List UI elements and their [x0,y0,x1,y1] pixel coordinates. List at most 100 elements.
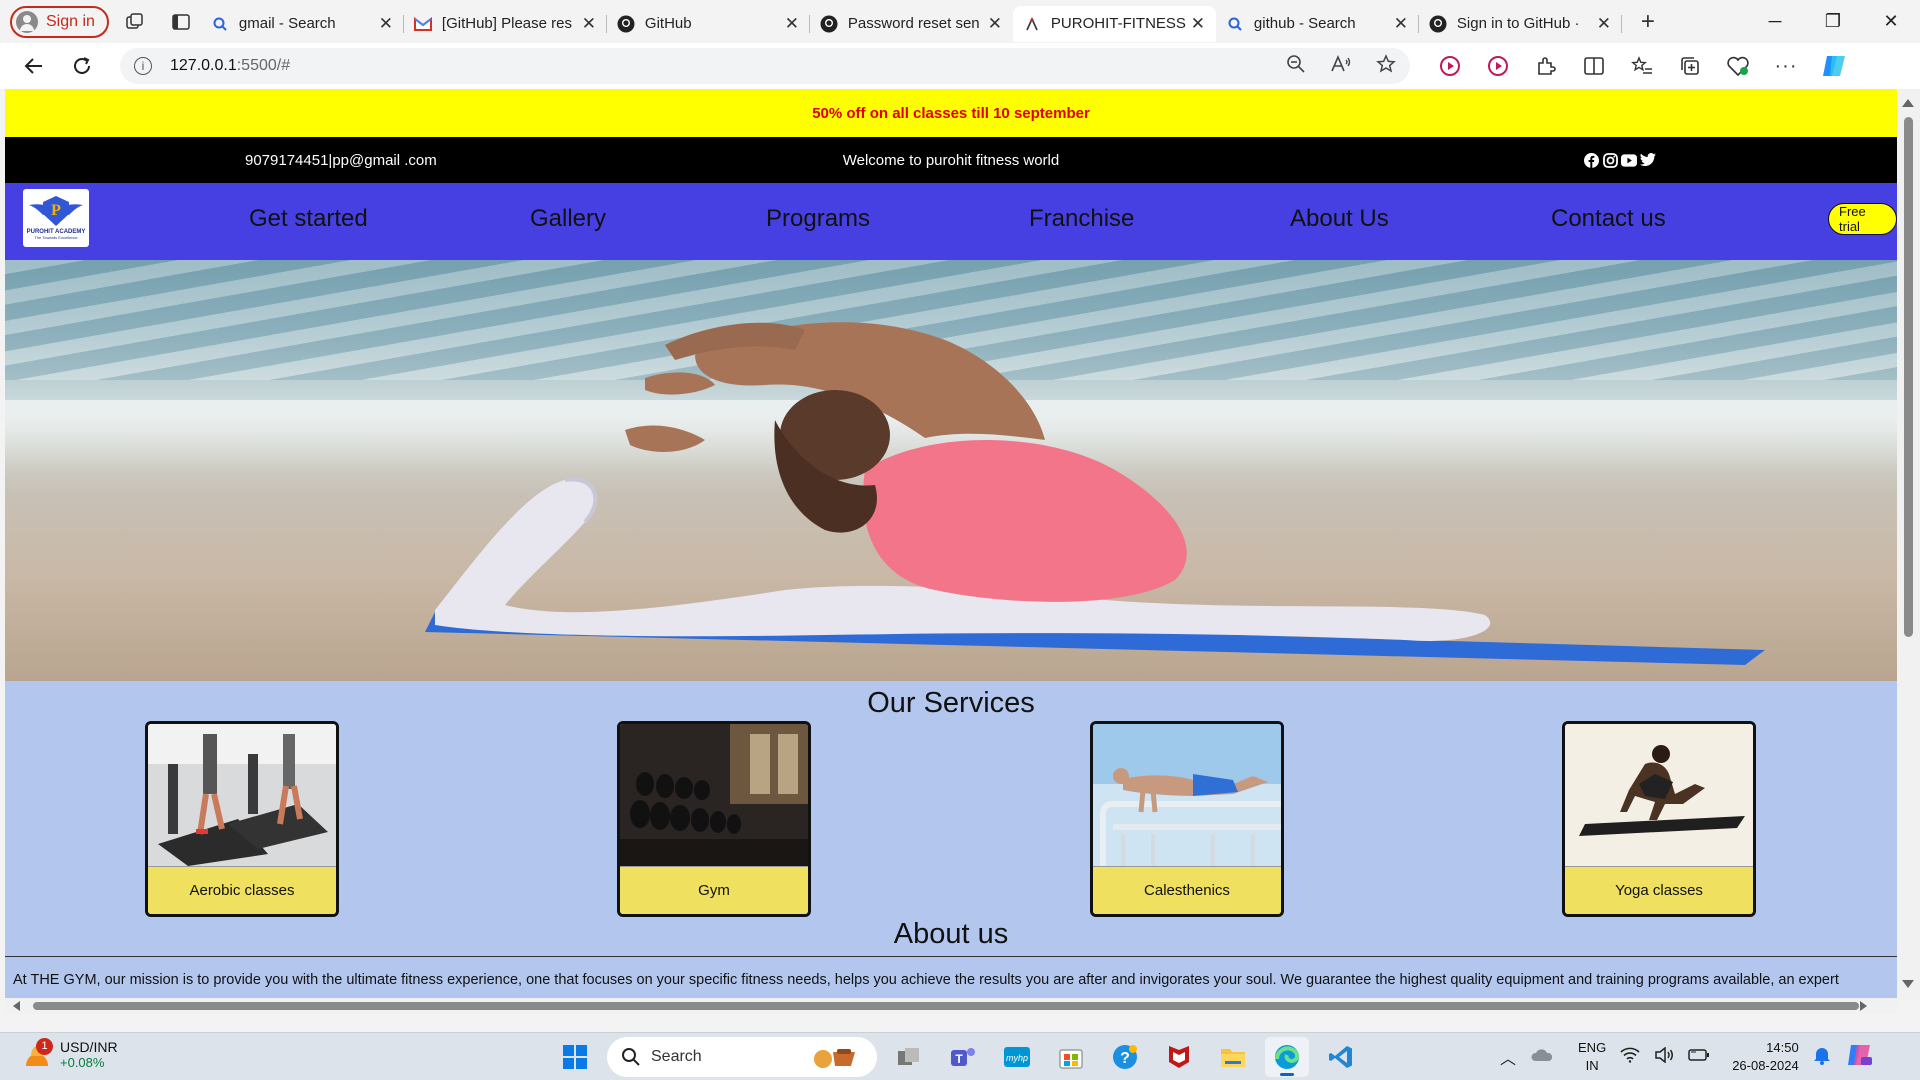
notification-bell-icon[interactable] [1813,1045,1831,1070]
profile-signin-button[interactable]: Sign in [10,5,109,38]
close-icon[interactable]: ✕ [784,14,800,34]
restore-icon[interactable]: ❐ [1804,0,1862,43]
browser-tab[interactable]: github - Search ✕ [1216,6,1419,42]
zoom-out-icon[interactable] [1286,54,1306,79]
facebook-icon[interactable] [1583,152,1599,168]
wifi-icon[interactable] [1620,1047,1640,1068]
refresh-icon[interactable] [62,48,102,84]
close-icon[interactable]: ✕ [1190,14,1206,34]
media-play-icon[interactable] [1474,48,1522,84]
scroll-left-arrow-icon[interactable] [13,1001,20,1011]
about-section: At THE GYM, our mission is to provide yo… [5,956,1897,1000]
calisthenics-photo [1093,724,1281,866]
taskbar-search[interactable]: Search [607,1037,877,1077]
service-card-gym[interactable]: Gym [617,721,811,917]
browser-tab[interactable]: Sign in to GitHub · ✕ [1419,6,1622,42]
browser-tab-strip: Sign in gmail - Search ✕ [GitHub] Please… [0,0,1920,43]
read-aloud-icon[interactable] [1330,54,1352,79]
windows-taskbar: 1 USD/INR +0.08% Search T myhp ? ︿ ENG I… [0,1032,1920,1080]
volume-icon[interactable] [1654,1045,1674,1068]
close-icon[interactable]: ✕ [987,14,1003,34]
task-view-icon[interactable] [887,1037,931,1077]
browser-tab[interactable]: gmail - Search ✕ [201,6,404,42]
close-icon[interactable]: ✕ [378,14,394,34]
teams-icon[interactable]: T [941,1037,985,1077]
nav-link-get-started[interactable]: Get started [249,205,368,233]
nav-link-contact-us[interactable]: Contact us [1551,205,1666,233]
extensions-icon[interactable] [1522,48,1570,84]
site-info-icon[interactable]: i [134,57,152,75]
about-text: At THE GYM, our mission is to provide yo… [13,972,1839,988]
hp-app-icon[interactable]: myhp [995,1037,1039,1077]
address-bar[interactable]: i 127.0.0.1:5500/# [120,48,1410,84]
file-explorer-icon[interactable] [1211,1037,1255,1077]
split-screen-icon[interactable] [1570,48,1618,84]
nav-link-programs[interactable]: Programs [766,205,870,233]
onedrive-icon[interactable] [1530,1046,1554,1069]
system-clock[interactable]: 14:50 26-08-2024 [1732,1039,1799,1075]
market-widget[interactable]: 1 USD/INR +0.08% [22,1037,118,1070]
mcafee-icon[interactable] [1157,1037,1201,1077]
twitter-icon[interactable] [1640,152,1656,168]
service-card-calisthenics[interactable]: Calesthenics [1090,721,1284,917]
vertical-scrollbar[interactable] [1897,89,1920,1000]
media-play-icon[interactable] [1426,48,1474,84]
nav-link-gallery[interactable]: Gallery [530,205,606,233]
system-tray: ︿ ENG IN 14:50 26-08-2024 [1500,1033,1873,1080]
scroll-down-arrow-icon[interactable] [1902,980,1914,988]
back-arrow-icon[interactable] [14,48,54,84]
horizontal-scrollbar[interactable] [5,998,1897,1014]
scroll-up-arrow-icon[interactable] [1902,99,1914,107]
collections-icon[interactable] [1666,48,1714,84]
tab-title: Sign in to GitHub · [1456,15,1580,32]
service-caption: Calesthenics [1093,866,1281,914]
edge-browser-icon[interactable] [1265,1037,1309,1077]
copilot-taskbar-icon[interactable] [1845,1042,1873,1073]
vscode-icon[interactable] [1319,1037,1363,1077]
url-host: 127.0.0.1 [170,57,237,74]
minimize-icon[interactable]: ─ [1746,0,1804,43]
scroll-thumb[interactable] [1904,117,1913,637]
market-widget-icon: 1 [22,1037,53,1070]
services-heading: Our Services [867,687,1035,719]
more-options-icon[interactable]: ··· [1762,48,1810,84]
window-close-icon[interactable]: ✕ [1862,0,1920,43]
github-icon [820,15,838,33]
microsoft-store-icon[interactable] [1049,1037,1093,1077]
service-caption: Gym [620,866,808,914]
windows-start-icon[interactable] [553,1037,597,1077]
service-card-yoga[interactable]: Yoga classes [1562,721,1756,917]
copilot-icon[interactable] [1810,48,1858,84]
workspaces-icon[interactable] [115,6,155,38]
show-hidden-icons-chevron-icon[interactable]: ︿ [1500,1045,1516,1069]
h-scroll-thumb[interactable] [33,1002,1859,1010]
help-icon[interactable]: ? [1103,1037,1147,1077]
browser-tab-active[interactable]: PUROHIT-FITNESS ✕ [1012,5,1216,42]
youtube-icon[interactable] [1621,152,1637,168]
instagram-icon[interactable] [1602,152,1618,168]
favorites-list-icon[interactable] [1618,48,1666,84]
favorite-star-icon[interactable] [1376,53,1396,79]
new-tab-plus-icon[interactable]: + [1628,8,1668,36]
tab-title: GitHub [644,15,692,32]
browser-essentials-icon[interactable] [1714,48,1762,84]
svg-text:T: T [955,1052,963,1066]
close-icon[interactable]: ✕ [581,14,597,34]
window-controls: ─ ❐ ✕ [1746,0,1920,43]
free-trial-button[interactable]: Free trial [1828,203,1897,235]
scroll-right-arrow-icon[interactable] [1860,1001,1867,1011]
taskbar-apps: Search T myhp ? [553,1037,1363,1077]
info-strip: 9079174451|pp@gmail .com Welcome to puro… [5,137,1897,183]
battery-icon[interactable] [1688,1048,1710,1067]
tab-actions-icon[interactable] [161,6,201,38]
nav-link-franchise[interactable]: Franchise [1029,205,1134,233]
browser-tab[interactable]: GitHub ✕ [607,6,810,42]
nav-link-about-us[interactable]: About Us [1290,205,1389,233]
browser-tab[interactable]: Password reset sen ✕ [810,6,1013,42]
close-icon[interactable]: ✕ [1393,14,1409,34]
close-icon[interactable]: ✕ [1596,14,1612,34]
language-indicator[interactable]: ENG IN [1578,1039,1606,1075]
yoga-pose-illustration [425,322,1765,665]
service-card-aerobic[interactable]: Aerobic classes [145,721,339,917]
browser-tab[interactable]: [GitHub] Please res ✕ [404,6,607,42]
